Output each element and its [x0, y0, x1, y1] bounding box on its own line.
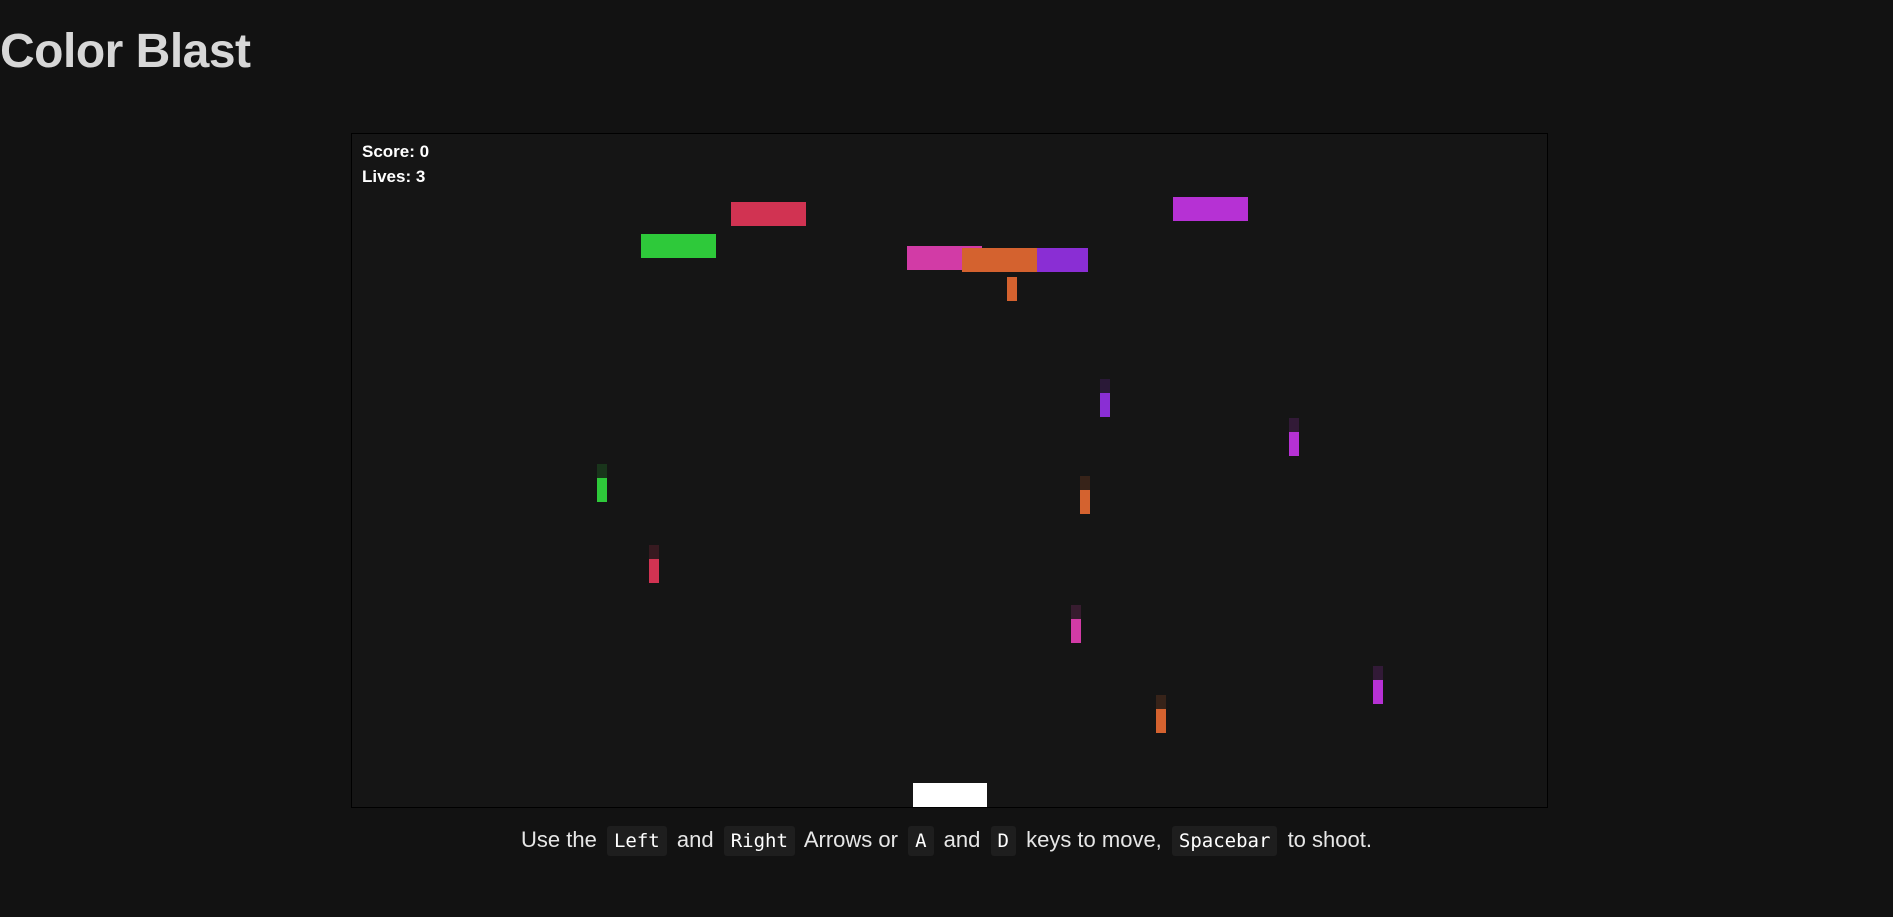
instructions-text: and: [676, 827, 714, 852]
bullet-trail: [1373, 666, 1383, 680]
enemy-bullet: [597, 478, 607, 502]
instructions-text: Use the: [521, 827, 597, 852]
enemy-bullet: [1156, 709, 1166, 733]
key-right: Right: [723, 826, 795, 856]
lives-display: Lives: 3: [362, 167, 426, 186]
enemy-bullet: [1289, 432, 1299, 456]
enemy-block-green: [641, 234, 716, 258]
page-title: Color Blast: [0, 25, 251, 78]
bullet-trail: [1071, 605, 1081, 619]
bullet-trail: [649, 545, 659, 559]
key-left: Left: [606, 826, 667, 856]
enemy-block-red: [731, 202, 806, 226]
enemy-bullet: [1373, 680, 1383, 704]
bullet-trail: [1156, 695, 1166, 709]
bullet-trail: [1100, 379, 1110, 393]
key-spacebar: Spacebar: [1171, 826, 1278, 856]
instructions-text: keys to move,: [1026, 827, 1162, 852]
game-canvas[interactable]: Score: 0 Lives: 3: [351, 133, 1548, 808]
player-ship: [913, 783, 987, 807]
bullet-trail: [1080, 476, 1090, 490]
instructions-text: and: [943, 827, 981, 852]
enemy-block-magenta: [1173, 197, 1248, 221]
instructions-text: Arrows or: [803, 827, 898, 852]
bullet-trail: [1289, 418, 1299, 432]
enemy-bullet: [1007, 277, 1017, 301]
instructions: Use the Left and Right Arrows or A and D…: [0, 822, 1893, 858]
enemy-bullet: [649, 559, 659, 583]
enemy-bullet: [1071, 619, 1081, 643]
enemy-bullet: [1080, 490, 1090, 514]
instructions-text: to shoot.: [1287, 827, 1372, 852]
key-a: A: [908, 826, 934, 856]
enemy-block-orange: [962, 248, 1037, 272]
key-d: D: [990, 826, 1016, 856]
score-display: Score: 0: [362, 142, 430, 161]
enemy-bullet: [1100, 393, 1110, 417]
bullet-trail: [597, 464, 607, 478]
